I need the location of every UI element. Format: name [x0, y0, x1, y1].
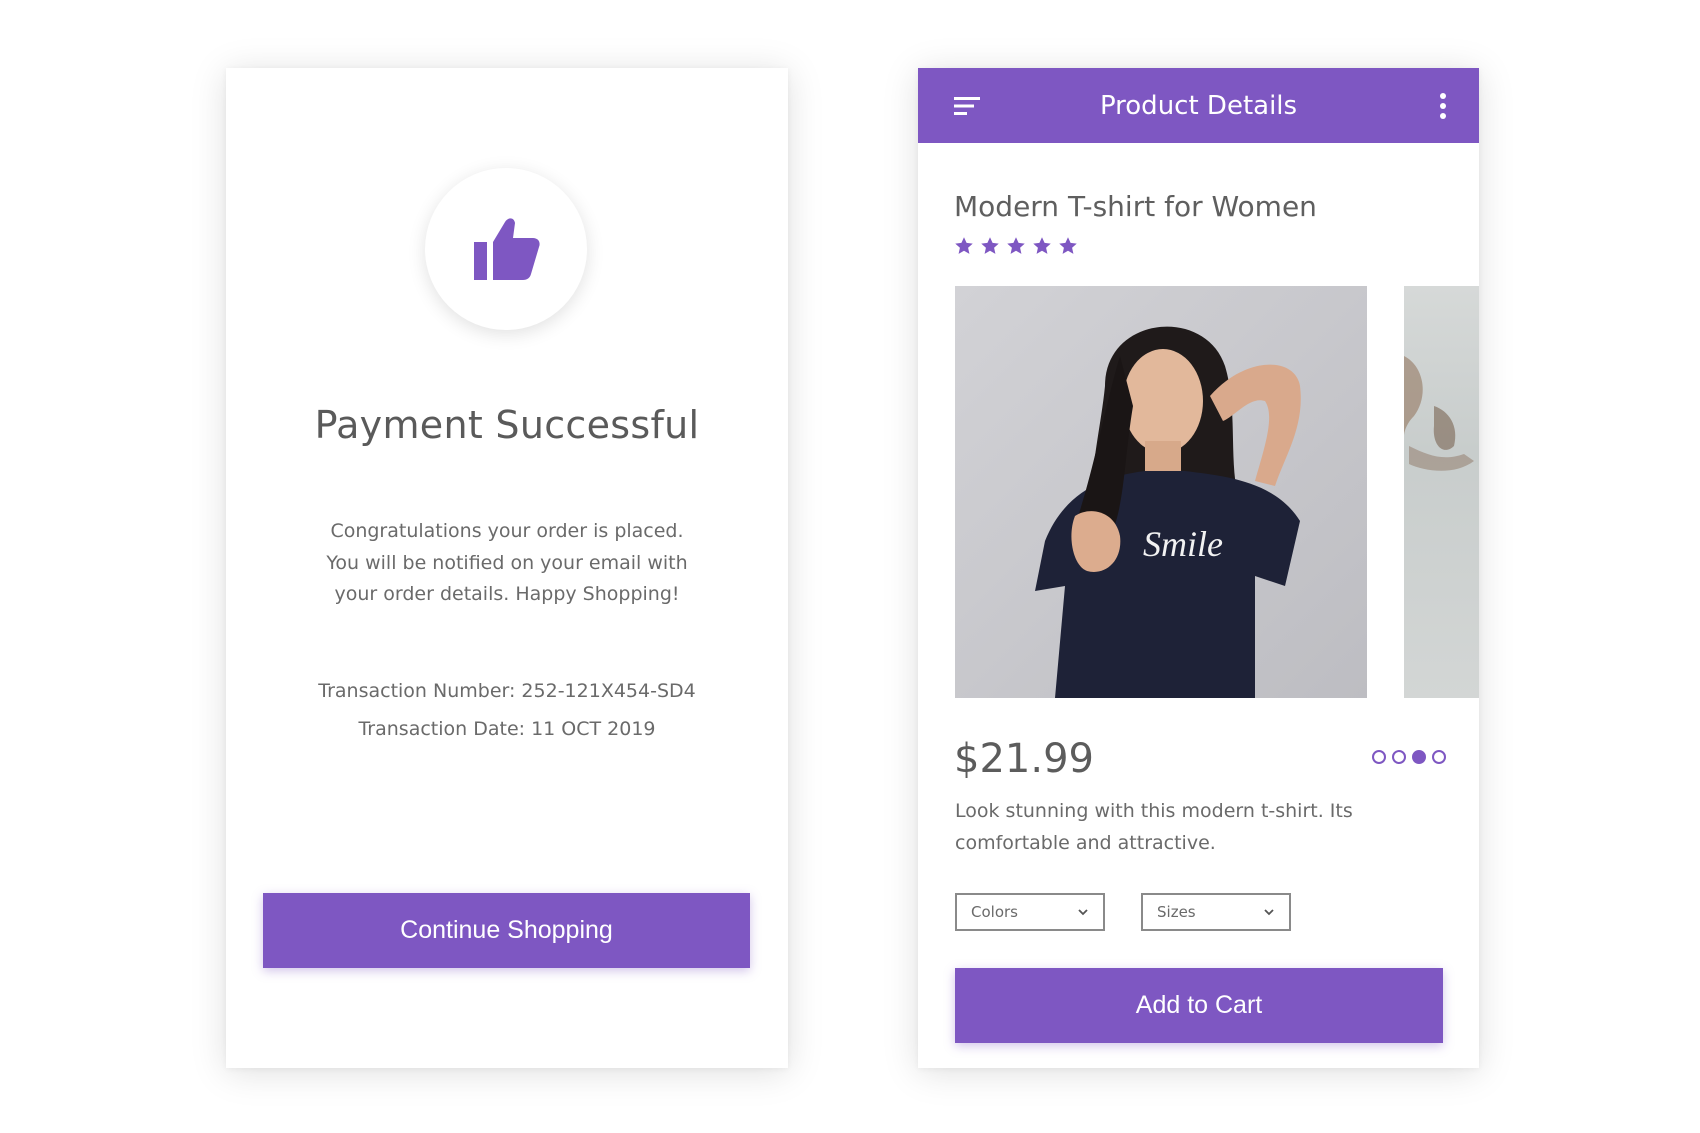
star-icon — [1007, 237, 1025, 254]
product-details-screen: Product Details Modern T-shirt for Women — [918, 68, 1479, 1068]
chevron-down-icon — [1078, 909, 1088, 916]
transaction-date: Transaction Date: 11 OCT 2019 — [358, 718, 656, 740]
next-product-photo — [1404, 356, 1474, 471]
shirt-print-text: Smile — [1143, 524, 1223, 564]
carousel-dot[interactable] — [1432, 750, 1446, 764]
next-product-image[interactable] — [1404, 286, 1479, 698]
star-icon — [1033, 237, 1051, 254]
menu-sort-icon[interactable] — [954, 96, 982, 116]
carousel-indicators — [1372, 750, 1446, 764]
product-title: Modern T-shirt for Women — [954, 190, 1317, 223]
sizes-select[interactable]: Sizes — [1141, 893, 1291, 931]
payment-title: Payment Successful — [314, 403, 700, 447]
star-icon — [1059, 237, 1077, 254]
product-description: Look stunning with this modern t-shirt. … — [955, 800, 1353, 854]
app-bar-title: Product Details — [1099, 90, 1298, 121]
chevron-down-icon — [1264, 909, 1274, 916]
colors-select[interactable]: Colors — [955, 893, 1105, 931]
transaction-number: Transaction Number: 252-121X454-SD4 — [318, 680, 696, 702]
continue-shopping-button[interactable]: Continue Shopping — [263, 893, 750, 968]
carousel-dot[interactable] — [1372, 750, 1386, 764]
add-to-cart-button[interactable]: Add to Cart — [955, 968, 1443, 1043]
carousel-dot[interactable] — [1412, 750, 1426, 764]
thumbs-up-icon — [474, 218, 540, 280]
payment-message: Congratulations your order is placed. Yo… — [326, 520, 688, 605]
sizes-select-label: Sizes — [1157, 903, 1196, 921]
rating-stars — [954, 236, 1078, 256]
star-icon — [955, 237, 973, 254]
product-photo: Smile — [955, 286, 1367, 698]
app-bar: Product Details — [918, 68, 1479, 143]
carousel-dot[interactable] — [1392, 750, 1406, 764]
star-icon — [981, 237, 999, 254]
payment-success-screen: Payment Successful Congratulations your … — [226, 68, 788, 1068]
product-price: $21.99 — [954, 736, 1094, 782]
colors-select-label: Colors — [971, 903, 1018, 921]
product-image[interactable]: Smile — [955, 286, 1367, 698]
more-vertical-icon[interactable] — [1437, 92, 1449, 120]
thumbs-up-badge — [425, 168, 587, 330]
